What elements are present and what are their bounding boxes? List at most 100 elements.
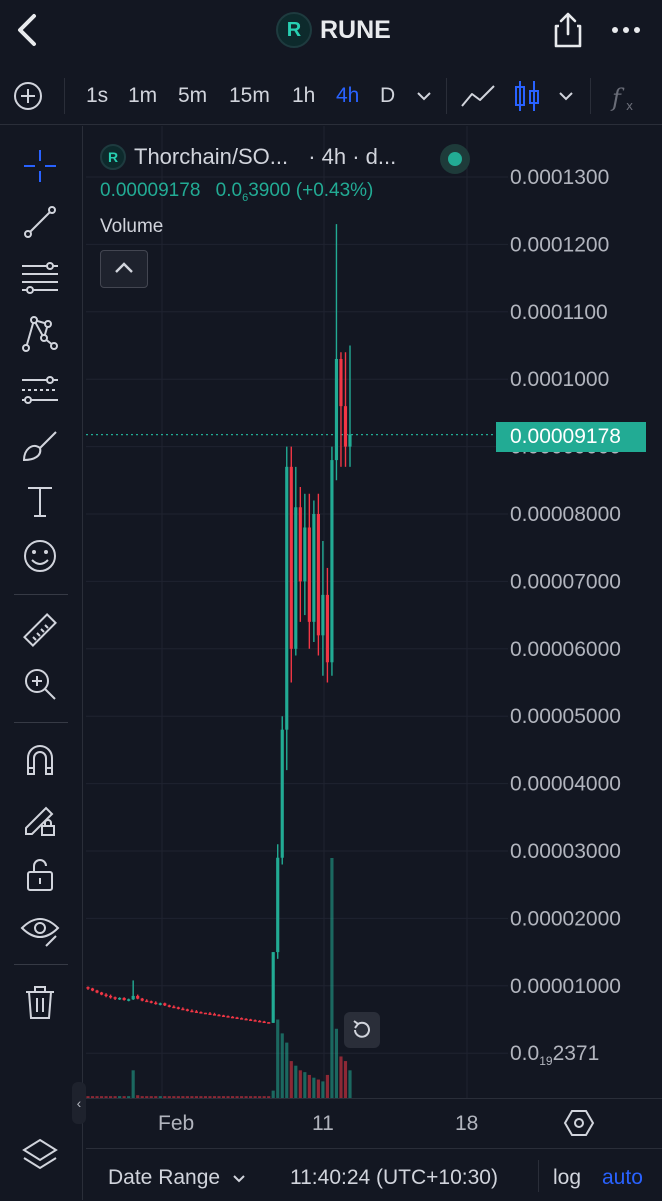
- toolbar-divider: [446, 78, 447, 114]
- collapse-legend-button[interactable]: [100, 250, 148, 288]
- market-status-dot: [440, 144, 470, 174]
- trend-line-icon[interactable]: [20, 202, 60, 242]
- timeframe-d[interactable]: D: [380, 84, 395, 108]
- volume-bar: [334, 1028, 339, 1098]
- candle-body: [99, 992, 104, 995]
- ruler-icon[interactable]: [20, 610, 60, 650]
- lock-drawings-icon[interactable]: [20, 798, 60, 838]
- candle-body: [176, 1007, 180, 1009]
- hide-drawings-eye-icon[interactable]: [20, 908, 60, 948]
- volume-bar: [330, 858, 334, 1098]
- candle-body: [104, 994, 108, 997]
- candle-body: [172, 1006, 176, 1009]
- date-range-button[interactable]: Date Range: [108, 1166, 248, 1190]
- auto-scale-toggle[interactable]: auto: [602, 1166, 643, 1190]
- indicators-fx-icon[interactable]: fx: [608, 80, 644, 114]
- svg-text:f: f: [610, 84, 625, 112]
- volume-bar: [276, 1019, 280, 1098]
- log-scale-toggle[interactable]: log: [553, 1166, 581, 1190]
- volume-bar: [298, 1070, 302, 1098]
- candle-body: [240, 1018, 244, 1020]
- line-chart-icon[interactable]: [460, 80, 496, 112]
- unlock-icon[interactable]: [20, 854, 60, 894]
- timeframe-5m[interactable]: 5m: [178, 84, 207, 108]
- timeframe-15m[interactable]: 15m: [229, 84, 270, 108]
- candle-body: [217, 1014, 221, 1017]
- timeframe-4h[interactable]: 4h: [336, 84, 359, 108]
- chart-settings-icon[interactable]: [562, 1106, 596, 1140]
- magnet-icon[interactable]: [20, 740, 60, 780]
- forecasting-tool-icon[interactable]: [20, 370, 60, 410]
- candle-body: [221, 1015, 226, 1017]
- more-options-icon[interactable]: [606, 10, 646, 50]
- timeframe-1s[interactable]: 1s: [86, 84, 108, 108]
- candle-body: [131, 995, 135, 1000]
- brush-icon[interactable]: [20, 426, 60, 466]
- candle-body: [113, 997, 117, 999]
- price-tick-label: 0.0001200: [510, 233, 609, 256]
- chevron-down-icon: [233, 1175, 245, 1183]
- candle-body: [339, 358, 343, 407]
- volume-bar: [316, 1079, 320, 1098]
- symbol-legend[interactable]: Thorchain/SO... · 4h · d...: [134, 144, 396, 170]
- candle-body: [230, 1016, 235, 1019]
- price-tick-label: 0.00003000: [510, 840, 621, 863]
- layers-icon[interactable]: [20, 1134, 60, 1174]
- share-icon[interactable]: [548, 10, 588, 50]
- candle-body: [303, 527, 307, 582]
- price-tick-label: 0.00005000: [510, 705, 621, 728]
- candle-body: [90, 988, 95, 991]
- timeframe-1h[interactable]: 1h: [292, 84, 315, 108]
- tools-divider: [14, 964, 68, 965]
- candle-body: [167, 1005, 171, 1007]
- price-tick-label: 0.00007000: [510, 570, 621, 593]
- candle-body: [267, 1022, 271, 1024]
- price-tick-label: 0.00002000: [510, 907, 621, 930]
- candle-body: [158, 1003, 162, 1005]
- back-chevron-icon[interactable]: [8, 10, 48, 50]
- volume-indicator-label[interactable]: Volume: [100, 216, 163, 238]
- chart-type-dropdown-icon[interactable]: [554, 84, 578, 108]
- candle-body: [145, 1000, 149, 1003]
- price-axis[interactable]: 0.0001300 0.0001200 0.0001100 0.0001000 0.00…: [496, 126, 662, 1098]
- candlestick-chart-icon[interactable]: [512, 78, 542, 114]
- volume-bar: [321, 1081, 325, 1098]
- volume-bar: [307, 1074, 311, 1098]
- candle-body: [95, 990, 99, 993]
- collapse-sidebar-chevron-icon[interactable]: ‹: [72, 1082, 86, 1124]
- fib-retracement-icon[interactable]: [20, 258, 60, 298]
- price-tick-label: 0.0192371: [510, 1042, 599, 1068]
- candle-body: [307, 527, 311, 622]
- candle-body: [149, 1001, 153, 1003]
- price-tick-label: 0.0001000: [510, 368, 609, 391]
- candle-body: [316, 514, 320, 636]
- candle-body: [181, 1008, 185, 1011]
- trash-icon[interactable]: [20, 982, 60, 1022]
- rune-logo-icon: R: [276, 12, 312, 48]
- candle-body: [289, 466, 293, 649]
- add-symbol-icon[interactable]: [12, 80, 44, 112]
- volume-bar: [294, 1065, 298, 1098]
- reset-chart-icon[interactable]: [344, 1012, 380, 1048]
- clock-timezone[interactable]: 11:40:24 (UTC+10:30): [290, 1166, 498, 1190]
- price-tick-label: 0.0001300: [510, 166, 609, 189]
- toolbar-divider: [590, 78, 591, 114]
- candle-body: [276, 857, 280, 953]
- timeframe-dropdown-icon[interactable]: [412, 84, 436, 108]
- candle-body: [298, 507, 302, 582]
- zoom-in-icon[interactable]: [20, 664, 60, 704]
- volume-bar: [325, 1074, 329, 1098]
- candle-body: [226, 1016, 230, 1018]
- page-title: RUNE: [320, 16, 391, 44]
- volume-bar: [343, 1061, 348, 1098]
- candle-body: [343, 406, 348, 447]
- crosshair-icon[interactable]: [20, 146, 60, 186]
- emoji-icon[interactable]: [20, 536, 60, 576]
- pattern-tool-icon[interactable]: [20, 314, 60, 354]
- timeframe-1m[interactable]: 1m: [128, 84, 157, 108]
- volume-bar: [312, 1077, 316, 1098]
- candle-body: [244, 1018, 248, 1021]
- candle-body: [312, 514, 316, 622]
- text-tool-icon[interactable]: [20, 482, 60, 522]
- candle-body: [208, 1013, 212, 1015]
